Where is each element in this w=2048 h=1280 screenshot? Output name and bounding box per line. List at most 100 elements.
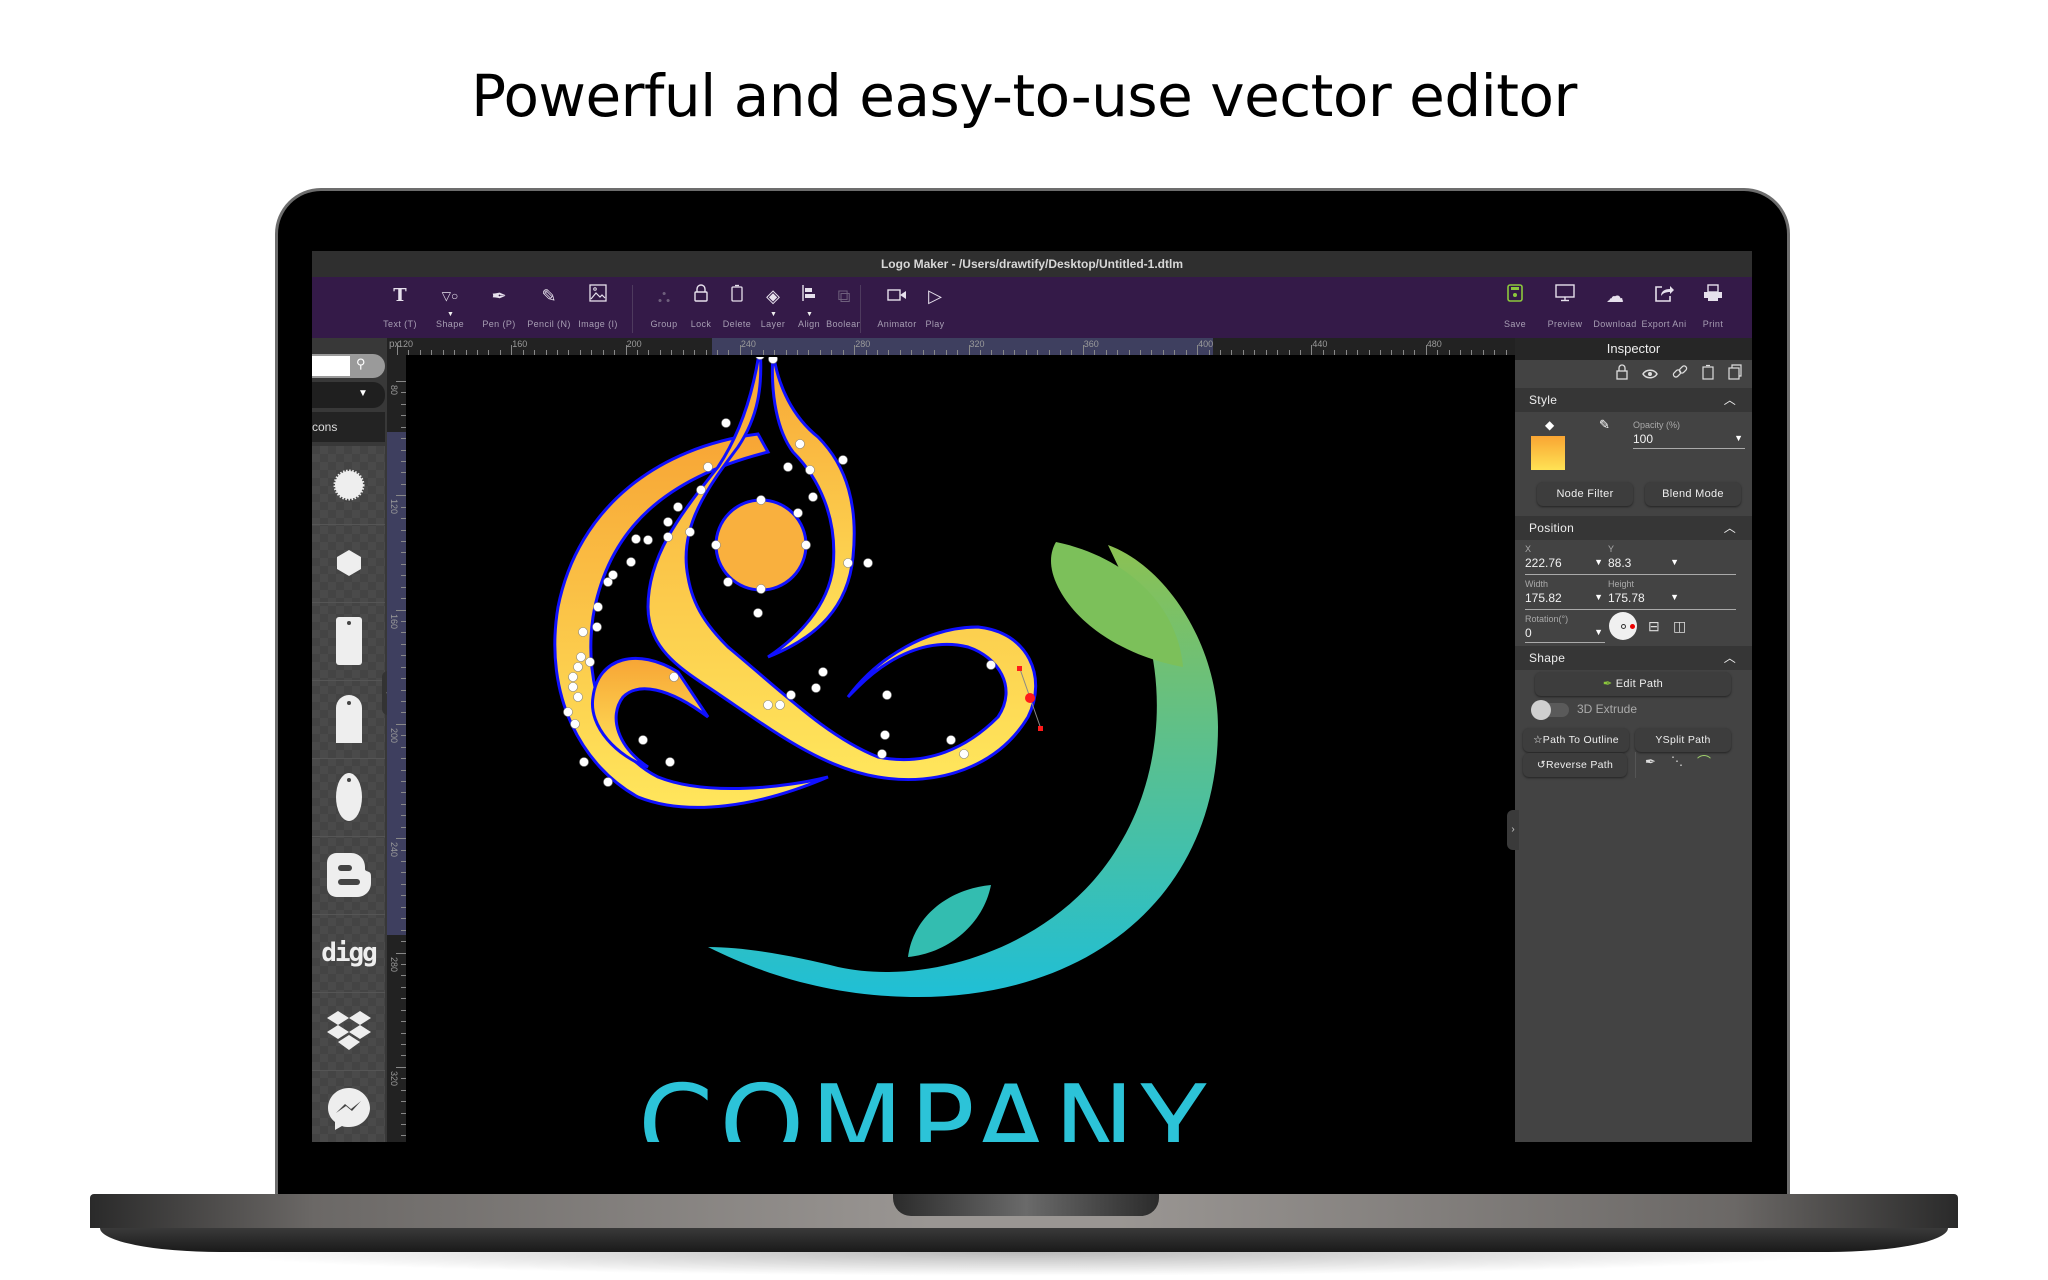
width-field[interactable]: Width 175.82 ▼ <box>1525 579 1605 607</box>
height-field[interactable]: Height 175.78 ▼ <box>1608 579 1681 607</box>
path-anchor-node[interactable] <box>843 558 853 568</box>
boolean-button[interactable]: ⧉ Boolean <box>814 283 874 329</box>
chevron-up-icon[interactable]: ︿ <box>1724 646 1736 670</box>
chevron-down-icon[interactable]: ▼ <box>1670 592 1679 602</box>
flip-vertical-icon[interactable]: ⊟ <box>1648 618 1660 635</box>
search-icon[interactable]: ⚲ <box>356 356 366 372</box>
path-anchor-node[interactable] <box>793 508 803 518</box>
path-anchor-node[interactable] <box>608 570 618 580</box>
path-anchor-node[interactable] <box>786 690 796 700</box>
chevron-down-icon[interactable]: ▼ <box>1594 557 1603 567</box>
path-anchor-node[interactable] <box>882 690 892 700</box>
path-anchor-node[interactable] <box>573 692 583 702</box>
width-value[interactable]: 175.82 <box>1525 591 1562 605</box>
path-anchor-node[interactable] <box>711 540 721 550</box>
chevron-up-icon[interactable]: ︿ <box>1724 388 1736 412</box>
fill-bucket-icon[interactable]: ◆ <box>1545 418 1554 432</box>
split-path-button[interactable]: YSplit Path <box>1635 728 1731 752</box>
path-anchor-node[interactable] <box>838 455 848 465</box>
drawing-canvas[interactable]: COMPANY <box>408 357 1515 1142</box>
path-anchor-node[interactable] <box>805 465 815 475</box>
style-section-header[interactable]: Style ︿ <box>1515 388 1752 412</box>
collapse-inspector-handle[interactable]: › <box>1507 810 1519 850</box>
lock-icon[interactable] <box>1616 364 1628 384</box>
play-button[interactable]: ▷ Play <box>905 283 965 329</box>
path-anchor-node[interactable] <box>593 602 603 612</box>
path-anchor-node[interactable] <box>756 584 766 594</box>
path-anchor-node[interactable] <box>696 485 706 495</box>
x-field[interactable]: X 222.76 ▼ <box>1525 544 1605 572</box>
path-anchor-node[interactable] <box>631 534 641 544</box>
library-category-dropdown[interactable]: ▼ <box>312 382 385 408</box>
y-value[interactable]: 88.3 <box>1608 556 1631 570</box>
library-item-messenger[interactable] <box>312 1070 385 1142</box>
blend-mode-button[interactable]: Blend Mode <box>1645 482 1741 506</box>
path-anchor-node[interactable] <box>563 707 573 717</box>
path-anchor-node[interactable] <box>673 502 683 512</box>
stroke-pencil-icon[interactable]: ✎ <box>1599 417 1610 433</box>
height-value[interactable]: 175.78 <box>1608 591 1645 605</box>
x-value[interactable]: 222.76 <box>1525 556 1562 570</box>
image-tool-button[interactable]: Image (I) <box>568 283 628 329</box>
duplicate-icon[interactable] <box>1728 364 1742 384</box>
path-anchor-node[interactable] <box>721 418 731 428</box>
path-anchor-node[interactable] <box>568 682 578 692</box>
y-field[interactable]: Y 88.3 ▼ <box>1608 544 1681 572</box>
rotation-dial-handle[interactable] <box>1630 624 1635 629</box>
position-section-header[interactable]: Position ︿ <box>1515 516 1752 540</box>
path-anchor-node[interactable] <box>665 757 675 767</box>
path-anchor-node[interactable] <box>703 462 713 472</box>
edit-path-button[interactable]: ✒ Edit Path <box>1535 672 1731 696</box>
rotation-field[interactable]: Rotation(°) 0 ▼ <box>1525 614 1605 643</box>
path-anchor-node[interactable] <box>768 357 778 364</box>
opacity-field[interactable]: Opacity (%) 100 ▼ <box>1633 420 1745 449</box>
path-anchor-node[interactable] <box>818 667 828 677</box>
path-anchor-node[interactable] <box>568 672 578 682</box>
path-anchor-node[interactable] <box>795 439 805 449</box>
path-anchor-node[interactable] <box>669 672 679 682</box>
path-anchor-node[interactable] <box>801 540 811 550</box>
path-anchor-node[interactable] <box>578 627 588 637</box>
path-anchor-node[interactable] <box>592 622 602 632</box>
path-anchor-node[interactable] <box>626 557 636 567</box>
path-anchor-node[interactable] <box>685 527 695 537</box>
rotation-dial[interactable] <box>1609 612 1637 640</box>
node-filter-button[interactable]: Node Filter <box>1537 482 1633 506</box>
shape-section-header[interactable]: Shape ︿ <box>1515 646 1752 670</box>
path-anchor-node[interactable] <box>663 532 673 542</box>
library-item-digg[interactable]: digg <box>312 914 385 993</box>
library-item-tag-rectangle[interactable] <box>312 602 385 681</box>
chevron-down-icon[interactable]: ▼ <box>1734 433 1743 443</box>
path-anchor-node[interactable] <box>986 660 996 670</box>
library-item-tag-oval[interactable] <box>312 758 385 837</box>
path-anchor-node[interactable] <box>808 492 818 502</box>
path-anchor-node[interactable] <box>579 757 589 767</box>
chevron-up-icon[interactable]: ︿ <box>1724 516 1736 540</box>
path-anchor-node[interactable] <box>576 652 586 662</box>
path-anchor-node[interactable] <box>763 700 773 710</box>
pen-add-node-icon[interactable]: ✒ <box>1645 754 1656 770</box>
path-anchor-node[interactable] <box>811 683 821 693</box>
library-search-input[interactable] <box>312 356 350 376</box>
reverse-path-button[interactable]: ↺Reverse Path <box>1523 753 1627 777</box>
path-anchor-node[interactable] <box>643 535 653 545</box>
path-anchor-node[interactable] <box>863 558 873 568</box>
chevron-down-icon[interactable]: ▼ <box>1594 592 1603 602</box>
path-anchor-node[interactable] <box>946 735 956 745</box>
library-item-sticker-circle[interactable] <box>312 446 385 525</box>
opacity-value[interactable]: 100 <box>1633 432 1653 446</box>
path-to-outline-button[interactable]: ☆Path To Outline <box>1523 728 1629 752</box>
node-steps-icon[interactable]: ⋱ <box>1671 754 1683 768</box>
fill-color-swatch[interactable] <box>1531 436 1565 470</box>
path-anchor-node[interactable] <box>756 495 766 505</box>
path-anchor-node[interactable] <box>663 517 673 527</box>
library-item-blogger[interactable] <box>312 836 385 915</box>
path-anchor-node[interactable] <box>573 662 583 672</box>
curve-icon[interactable]: ⌒ <box>1697 752 1711 772</box>
path-anchor-node[interactable] <box>603 777 613 787</box>
path-anchor-node[interactable] <box>723 577 733 587</box>
path-anchor-node[interactable] <box>570 719 580 729</box>
chevron-down-icon[interactable]: ▼ <box>1670 557 1679 567</box>
print-button[interactable]: Print <box>1683 283 1743 329</box>
chevron-down-icon[interactable]: ▼ <box>1594 627 1603 637</box>
